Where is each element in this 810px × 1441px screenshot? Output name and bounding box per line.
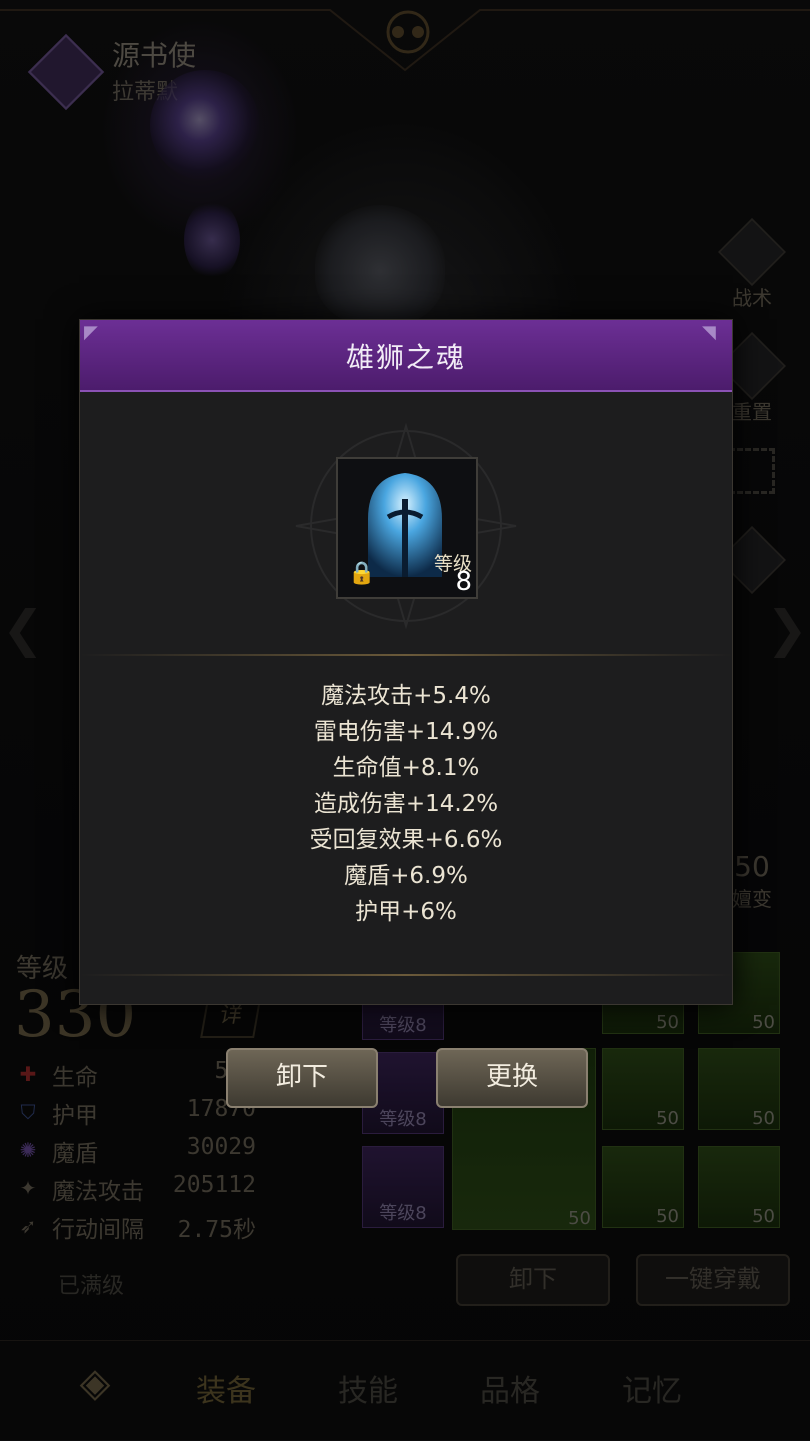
item-level-value: 8: [455, 567, 472, 597]
divider: [80, 654, 732, 656]
popup-header: ◤ ◥ 雄狮之魂: [80, 320, 732, 392]
attribute-list: 魔法攻击+5.4% 雷电伤害+14.9% 生命值+8.1% 造成伤害+14.2%…: [80, 678, 732, 930]
attribute-line: 魔法攻击+5.4%: [321, 683, 491, 709]
item-detail-popup: ◤ ◥ 雄狮之魂 🔒 等级 8 魔法攻击+5.4% 雷电伤害+14.9% 生命值…: [79, 319, 733, 1005]
replace-button[interactable]: 更换: [436, 1048, 588, 1108]
attribute-line: 魔盾+6.9%: [344, 863, 468, 889]
popup-title: 雄狮之魂: [345, 341, 466, 374]
attribute-line: 生命值+8.1%: [332, 755, 480, 781]
unequip-button[interactable]: 卸下: [226, 1048, 378, 1108]
divider: [80, 974, 732, 976]
attribute-line: 雷电伤害+14.9%: [313, 719, 499, 745]
item-frame: 🔒 等级 8: [336, 457, 478, 599]
lock-icon: 🔒: [348, 561, 376, 586]
attribute-line: 护甲+6%: [355, 899, 457, 925]
attribute-line: 受回复效果+6.6%: [309, 827, 503, 853]
attribute-line: 造成伤害+14.2%: [313, 791, 499, 817]
